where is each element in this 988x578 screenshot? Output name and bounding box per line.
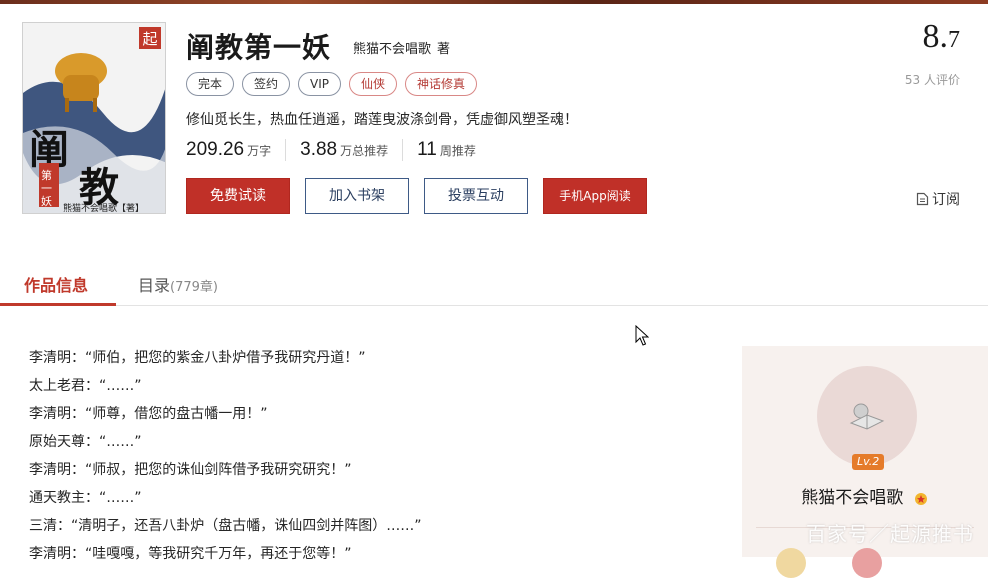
app-read-button[interactable]: 手机App阅读 bbox=[543, 178, 647, 214]
tag-signed: 签约 bbox=[242, 72, 291, 96]
stat-total-recommend: 3.88 万总推荐 bbox=[300, 139, 404, 161]
author-avatar[interactable] bbox=[817, 366, 917, 466]
stat-unit: 万字 bbox=[247, 144, 272, 158]
top-banner-strip bbox=[0, 0, 988, 4]
partial-icon bbox=[852, 548, 882, 578]
tab-bar: 作品信息 目录(779章) bbox=[0, 262, 988, 306]
book-cover[interactable]: 起 阐 教 第 一 妖 熊猫不会唱歌【著】 bbox=[22, 22, 166, 214]
description-line: 李清明：“师叔，把您的诛仙剑阵借予我研究研究！” bbox=[29, 462, 352, 478]
tab-catalog-count: (779章) bbox=[170, 280, 218, 295]
cover-illustration: 起 阐 教 第 一 妖 熊猫不会唱歌【著】 bbox=[23, 23, 165, 214]
description-line: 李清明：“师伯，把您的紫金八卦炉借予我研究丹道！” bbox=[29, 350, 366, 366]
rating-score: 8.7 bbox=[923, 18, 961, 56]
document-icon bbox=[916, 192, 929, 206]
stat-weekly-recommend: 11 周推荐 bbox=[417, 139, 490, 161]
rating-count[interactable]: 53 人评价 bbox=[905, 71, 960, 88]
add-to-shelf-button[interactable]: 加入书架 bbox=[305, 178, 409, 214]
watermark: 百家号／起源推书 bbox=[806, 522, 974, 546]
stat-word-count: 209.26 万字 bbox=[186, 139, 287, 161]
stat-value: 11 bbox=[417, 139, 437, 160]
book-author[interactable]: 熊猫不会唱歌著 bbox=[353, 38, 450, 57]
stat-unit: 周推荐 bbox=[439, 144, 476, 158]
cover-subtitle: 第 bbox=[41, 168, 52, 182]
stat-value: 209.26 bbox=[186, 139, 245, 160]
description-line: 原始天尊：“……” bbox=[29, 434, 142, 450]
subscribe-button[interactable]: 订阅 bbox=[916, 189, 960, 209]
action-buttons: 免费试读 加入书架 投票互动 手机App阅读 bbox=[186, 178, 647, 214]
book-title: 阐教第一妖 bbox=[186, 31, 332, 64]
tag-subgenre[interactable]: 神话修真 bbox=[405, 72, 478, 96]
tag-vip: VIP bbox=[298, 72, 342, 96]
description-line: 李清明：“师尊，借您的盘古幡一用！” bbox=[29, 406, 268, 422]
mouse-cursor-icon bbox=[635, 325, 649, 346]
cover-author: 熊猫不会唱歌【著】 bbox=[63, 202, 144, 214]
tab-catalog-label: 目录 bbox=[138, 276, 171, 295]
author-card-name-text: 熊猫不会唱歌 bbox=[801, 488, 904, 508]
description-line: 李清明：“哇嘎嘎，等我研究千万年，再还于您等！” bbox=[29, 546, 352, 562]
cover-badge: 起 bbox=[142, 30, 157, 48]
tag-status: 完本 bbox=[186, 72, 235, 96]
tag-list: 完本 签约 VIP 仙侠 神话修真 bbox=[186, 72, 478, 96]
score-decimal: 7 bbox=[948, 27, 960, 53]
book-intro: 修仙觅长生，热血任逍遥，踏莲曳波涤剑骨，凭虚御风塑圣魂！ bbox=[186, 112, 578, 128]
stat-unit: 万总推荐 bbox=[340, 144, 389, 158]
author-suffix: 著 bbox=[437, 42, 451, 57]
description-line: 三清：“清明子，还吾八卦炉（盘古幡，诛仙四剑并阵图）……” bbox=[29, 518, 422, 534]
medal-icon bbox=[914, 493, 927, 505]
book-stats: 209.26 万字 3.88 万总推荐 11 周推荐 bbox=[186, 139, 504, 161]
subscribe-label: 订阅 bbox=[932, 192, 960, 208]
stat-value: 3.88 bbox=[300, 139, 338, 160]
tag-genre[interactable]: 仙侠 bbox=[349, 72, 398, 96]
book-description: 李清明：“师伯，把您的紫金八卦炉借予我研究丹道！” 太上老君：“……” 李清明：… bbox=[29, 344, 422, 568]
free-read-button[interactable]: 免费试读 bbox=[186, 178, 290, 214]
book-avatar-icon bbox=[849, 403, 885, 430]
description-line: 太上老君：“……” bbox=[29, 378, 142, 394]
partial-icon bbox=[776, 548, 806, 578]
description-line: 通天教主：“……” bbox=[29, 490, 142, 506]
author-level-badge: Lv.2 bbox=[852, 454, 885, 470]
tab-catalog[interactable]: 目录(779章) bbox=[138, 272, 218, 296]
svg-text:妖: 妖 bbox=[41, 194, 52, 208]
vote-button[interactable]: 投票互动 bbox=[424, 178, 528, 214]
svg-text:一: 一 bbox=[41, 182, 52, 195]
score-main: 8. bbox=[922, 18, 949, 55]
author-name[interactable]: 熊猫不会唱歌 bbox=[353, 42, 431, 57]
tab-book-info[interactable]: 作品信息 bbox=[0, 272, 117, 306]
author-card-name[interactable]: 熊猫不会唱歌 bbox=[742, 483, 988, 508]
